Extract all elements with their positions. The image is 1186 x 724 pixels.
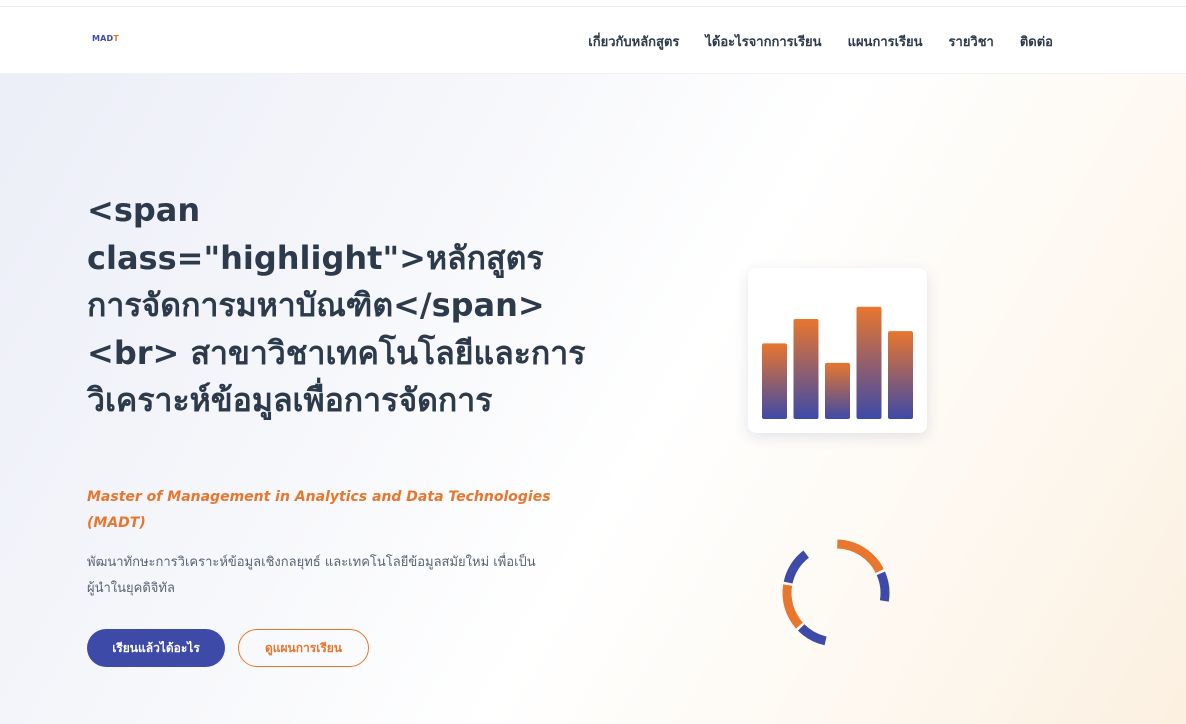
- logo-accent-text: T: [113, 34, 120, 43]
- nav-item-courses[interactable]: รายวิชา: [949, 31, 994, 52]
- bar-3: [825, 362, 850, 419]
- bar-chart: [762, 306, 913, 419]
- study-plan-button[interactable]: ดูแผนการเรียน: [238, 629, 369, 667]
- main-nav: เกี่ยวกับหลักสูตร ได้อะไรจากการเรียน แผน…: [562, 31, 1053, 52]
- donut-chart: [782, 539, 890, 646]
- donut-segment-1: [836, 539, 884, 574]
- navbar: MADT เกี่ยวกับหลักสูตร ได้อะไรจากการเรีย…: [0, 7, 1186, 74]
- benefits-button[interactable]: เรียนแล้วได้อะไร: [87, 629, 225, 667]
- logo-text: MAD: [92, 34, 114, 43]
- bar-chart-card: [748, 268, 927, 433]
- nav-item-about[interactable]: เกี่ยวกับหลักสูตร: [588, 31, 679, 52]
- bar-1: [762, 343, 787, 419]
- donut-segment-2: [876, 571, 890, 602]
- nav-item-benefits[interactable]: ได้อะไรจากการเรียน: [705, 31, 821, 52]
- nav-item-contact[interactable]: ติดต่อ: [1020, 31, 1053, 52]
- donut-segment-4: [797, 624, 827, 646]
- nav-item-study-plan[interactable]: แผนการเรียน: [848, 31, 923, 52]
- bar-4: [856, 306, 882, 419]
- hero-title: <span class="highlight">หลักสูตรการจัดกา…: [87, 191, 586, 419]
- bar-5: [888, 331, 913, 419]
- logo[interactable]: MADT: [92, 34, 119, 43]
- hero-subtitle: Master of Management in Analytics and Da…: [87, 489, 551, 531]
- donut-segment-5: [782, 584, 803, 629]
- bar-2: [793, 318, 819, 419]
- hero-section: <span class="highlight">หลักสูตรการจัดกา…: [0, 74, 1186, 724]
- top-border: [0, 0, 1186, 7]
- hero-description: พัฒนาทักษะการวิเคราะห์ข้อมูลเชิงกลยุทธ์ …: [87, 555, 536, 596]
- donut-segment-6: [783, 550, 810, 584]
